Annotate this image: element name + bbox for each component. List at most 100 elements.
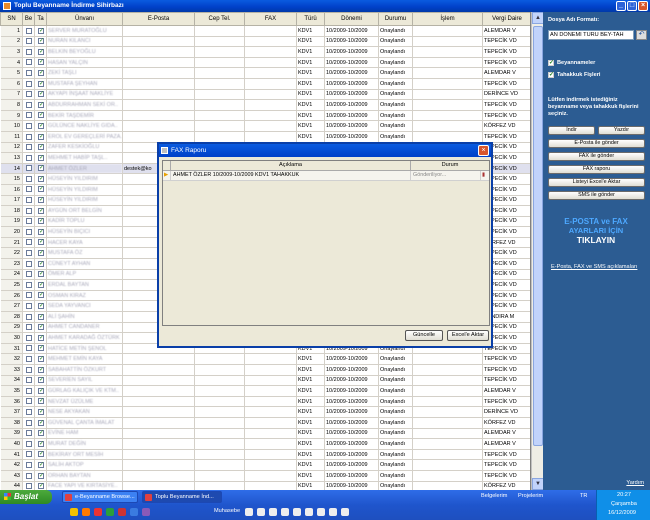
table-row[interactable]: 7 AKYAPI İNŞAAT NAKLİYE KDV110/2009-10/200… <box>0 89 530 101</box>
column-header[interactable]: Durumu <box>378 12 413 26</box>
tahakkuk-checkbox[interactable] <box>34 78 47 90</box>
beyanname-checkbox[interactable] <box>22 25 35 37</box>
scroll-thumb[interactable] <box>533 26 543 446</box>
app-icon-2[interactable] <box>94 508 102 516</box>
table-row[interactable]: 10 GÜLÜNCE NAKLİYE GIDA.. KDV110/2009-10/2… <box>0 120 530 132</box>
table-row[interactable]: 35 GÜRLAG KALIÇIK VE KTM.. KDV110/2009-10/… <box>0 385 530 397</box>
grid-scrollbar[interactable]: ▲ ▼ <box>531 12 544 490</box>
beyanname-checkbox[interactable] <box>22 152 35 164</box>
app-icon-7[interactable] <box>245 508 253 516</box>
tahakkuk-checkbox[interactable] <box>34 396 47 408</box>
table-row[interactable]: 8 ABDURRAHMAN SEKİ OR.. KDV110/2009-10/200… <box>0 99 530 111</box>
reset-format-icon[interactable]: ↶ <box>636 30 647 40</box>
tahakkuk-checkbox[interactable] <box>34 300 47 313</box>
firefox-icon[interactable] <box>82 508 90 516</box>
beyanname-checkbox[interactable] <box>22 46 35 58</box>
task-toplu-beyanname[interactable]: Toplu Beyanname İnd... <box>142 491 222 503</box>
app-icon-5[interactable] <box>130 508 138 516</box>
tahakkuk-checkbox[interactable] <box>34 184 47 196</box>
start-button[interactable]: Başlat <box>0 490 52 504</box>
column-header[interactable]: Be <box>22 12 35 26</box>
tahakkuk-checkbox[interactable] <box>34 311 47 323</box>
table-row[interactable]: 3 BELKIN BEYOĞLU KDV110/2009-10/2009Onayla… <box>0 46 530 58</box>
clock-time[interactable]: 20:27 <box>617 492 631 498</box>
tahakkuk-checkbox[interactable] <box>34 237 47 249</box>
tahakkuk-checkbox[interactable] <box>34 99 47 111</box>
beyanname-checkbox[interactable] <box>22 258 35 270</box>
beyanname-checkbox[interactable] <box>22 470 35 482</box>
beyanname-checkbox[interactable] <box>22 396 35 408</box>
beyanname-checkbox[interactable] <box>22 205 35 217</box>
refresh-button[interactable]: Güncelle <box>405 330 443 341</box>
belgelerim-link[interactable]: Belgelerim <box>481 493 507 499</box>
beyanname-checkbox[interactable] <box>22 406 35 418</box>
beyanname-checkbox[interactable] <box>22 481 35 490</box>
tahakkuk-checkbox[interactable] <box>34 258 47 270</box>
beyanname-checkbox[interactable] <box>22 216 35 228</box>
tahakkuk-checkbox[interactable] <box>34 195 47 207</box>
tahakkuk-checkbox[interactable] <box>34 343 47 355</box>
table-row[interactable]: 38 GÜVENAL ÇANTA İMALAT KDV110/2009-10/200… <box>0 417 530 429</box>
tahakkuk-checkbox[interactable] <box>34 152 47 164</box>
beyanname-checkbox[interactable] <box>22 163 35 175</box>
app-icon-8[interactable] <box>257 508 265 516</box>
beyanname-checkbox[interactable] <box>22 269 35 281</box>
beyanname-checkbox[interactable] <box>22 279 35 291</box>
tahakkuk-checkbox[interactable] <box>34 481 47 490</box>
beyanname-checkbox[interactable] <box>22 226 35 238</box>
tahakkuk-checkbox[interactable] <box>34 322 47 334</box>
beyanname-checkbox[interactable] <box>22 89 35 101</box>
tahakkuk-checkbox[interactable] <box>34 279 47 291</box>
beyanname-checkbox[interactable] <box>22 78 35 90</box>
table-row[interactable]: 32 MEHMET EMİN KAYA KDV110/2009-10/2009Ona… <box>0 353 530 365</box>
tahakkuk-checkbox[interactable] <box>34 332 47 344</box>
tahakkuk-checkbox[interactable] <box>34 459 47 471</box>
beyanname-checkbox[interactable] <box>22 120 35 132</box>
tahakkuk-checkbox[interactable] <box>34 470 47 482</box>
column-header[interactable]: İşlem <box>412 12 483 26</box>
beyanname-checkbox[interactable] <box>22 67 35 79</box>
projelerim-link[interactable]: Projelerim <box>518 493 543 499</box>
tahakkuk-checkbox[interactable] <box>34 364 47 376</box>
tahakkuk-checkbox[interactable] <box>34 428 47 440</box>
tahakkuk-checkbox[interactable] <box>34 417 47 429</box>
print-button[interactable]: Yazdır <box>598 126 645 135</box>
checkbox-beyanname[interactable]: Beyannameler <box>548 60 595 66</box>
dialog-export-excel-button[interactable]: Excel'e Aktar <box>447 330 489 341</box>
table-row[interactable]: 2 NURAN KILANCI KDV110/2009-10/2009Onaylan… <box>0 36 530 48</box>
beyanname-checkbox[interactable] <box>22 110 35 122</box>
task-ebeyanname-browser[interactable]: e-Beyanname Browse... <box>62 491 138 503</box>
settings-banner[interactable]: E-POSTA ve FAX AYARLARI İÇİN TIKLAYIN <box>553 217 639 248</box>
explanations-link[interactable]: E-Posta, FAX ve SMS açıklamaları <box>551 264 637 270</box>
tahakkuk-checkbox[interactable] <box>34 36 47 48</box>
maximize-button[interactable]: □ <box>627 1 637 11</box>
dialog-close-button[interactable]: × <box>478 145 489 156</box>
tahakkuk-checkbox[interactable] <box>34 142 47 154</box>
app-icon-13[interactable] <box>317 508 325 516</box>
tahakkuk-checkbox[interactable] <box>34 120 47 132</box>
column-header[interactable]: Ta <box>34 12 47 26</box>
sms-send-button[interactable]: SMS ile gönder <box>548 191 645 200</box>
beyanname-checkbox[interactable] <box>22 343 35 355</box>
table-row[interactable]: 44 FACE YAPI VE KIRTASİYE.. KDV110/2009-10… <box>0 481 530 490</box>
column-header[interactable]: Cep Tel. <box>194 12 245 26</box>
tahakkuk-checkbox[interactable] <box>34 173 47 185</box>
tahakkuk-checkbox[interactable] <box>34 57 47 69</box>
tahakkuk-checkbox[interactable] <box>34 216 47 228</box>
filename-format-input[interactable]: AN DONEMI TURU BEY-TAH <box>548 30 634 40</box>
fax-report-button[interactable]: FAX raporu <box>548 165 645 174</box>
table-row[interactable]: 42 SALİH AKTOP KDV110/2009-10/2009Onayland… <box>0 459 530 471</box>
tahakkuk-checkbox[interactable] <box>34 67 47 79</box>
app-icon-15[interactable] <box>341 508 349 516</box>
column-header[interactable]: Türü <box>296 12 325 26</box>
col-durum[interactable]: Durum <box>411 161 489 170</box>
table-row[interactable]: 41 BEKİRAY ORT MESİH KDV110/2009-10/2009On… <box>0 449 530 461</box>
column-header[interactable]: Dönemi <box>324 12 379 26</box>
close-button[interactable]: × <box>638 1 648 11</box>
beyanname-checkbox[interactable] <box>22 99 35 111</box>
beyanname-checkbox[interactable] <box>22 300 35 313</box>
beyanname-checkbox[interactable] <box>22 237 35 249</box>
beyanname-checkbox[interactable] <box>22 428 35 440</box>
table-row[interactable]: 40 MURAT DEĞİN KDV110/2009-10/2009Onayland… <box>0 438 530 450</box>
beyanname-checkbox[interactable] <box>22 385 35 397</box>
